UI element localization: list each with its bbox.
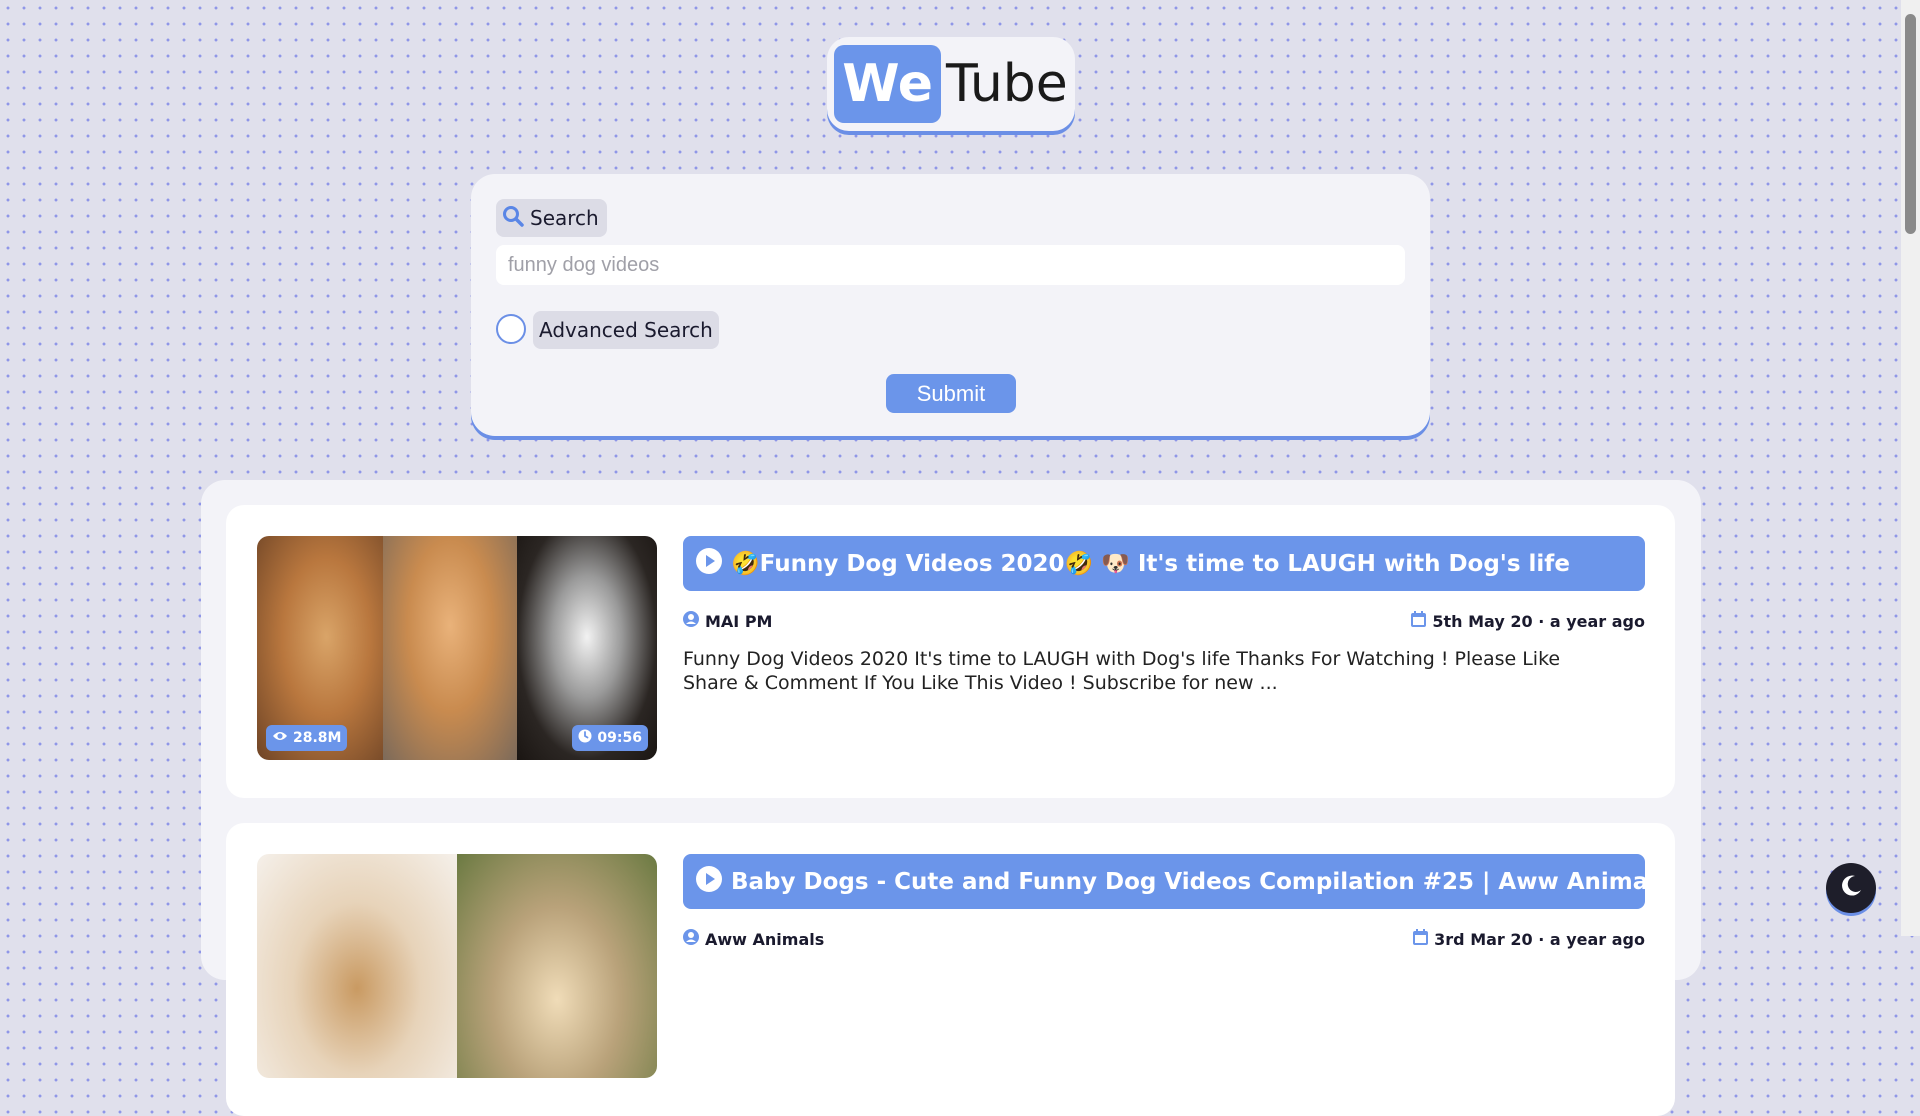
calendar-icon xyxy=(1411,611,1427,631)
clock-icon xyxy=(578,729,592,747)
search-input[interactable] xyxy=(496,245,1405,285)
date-text: 3rd Mar 20 · a year ago xyxy=(1434,929,1645,949)
video-title: Baby Dogs - Cute and Funny Dog Videos Co… xyxy=(731,868,1645,895)
dark-mode-toggle[interactable] xyxy=(1826,863,1876,913)
views-count: 28.8M xyxy=(293,730,342,746)
video-title: 🤣Funny Dog Videos 2020🤣 🐶 It's time to L… xyxy=(731,551,1570,577)
video-thumbnail[interactable] xyxy=(257,854,657,1078)
search-form: Search Advanced Search Submit xyxy=(471,174,1430,436)
video-title-link[interactable]: 🤣Funny Dog Videos 2020🤣 🐶 It's time to L… xyxy=(683,536,1645,591)
logo-we: We xyxy=(834,45,941,123)
advanced-search-label[interactable]: Advanced Search xyxy=(533,311,719,349)
video-description: Funny Dog Videos 2020 It's time to LAUGH… xyxy=(683,648,1561,694)
play-icon xyxy=(695,547,723,581)
wetube-logo[interactable]: We Tube xyxy=(827,37,1075,131)
eye-icon xyxy=(272,730,288,746)
thumbnail-panel xyxy=(457,854,657,1078)
publish-date: 5th May 20 · a year ago xyxy=(1411,611,1645,631)
publish-date: 3rd Mar 20 · a year ago xyxy=(1413,929,1645,949)
moon-icon xyxy=(1838,873,1864,903)
views-badge: 28.8M xyxy=(266,725,348,751)
result-card: Baby Dogs - Cute and Funny Dog Videos Co… xyxy=(226,823,1675,1116)
search-label-text: Search xyxy=(530,206,599,230)
calendar-icon xyxy=(1413,929,1429,949)
video-thumbnail[interactable]: 28.8M 09:56 xyxy=(257,536,657,760)
channel-info[interactable]: Aww Animals xyxy=(683,929,824,949)
thumbnail-panel xyxy=(383,536,517,760)
thumbnail-panel xyxy=(257,854,457,1078)
search-label: Search xyxy=(496,199,607,237)
channel-name: Aww Animals xyxy=(705,929,825,949)
result-card: 28.8M 09:56 🤣Funny Dog Videos 2020🤣 🐶 It… xyxy=(226,505,1675,798)
play-icon xyxy=(695,865,723,899)
scrollbar-thumb[interactable] xyxy=(1905,14,1916,234)
user-icon xyxy=(683,929,699,949)
date-text: 5th May 20 · a year ago xyxy=(1432,611,1645,631)
duration-badge: 09:56 xyxy=(572,725,648,751)
channel-name: MAI PM xyxy=(705,611,773,631)
duration-text: 09:56 xyxy=(597,730,642,746)
results-list: 28.8M 09:56 🤣Funny Dog Videos 2020🤣 🐶 It… xyxy=(201,480,1701,1116)
video-title-link[interactable]: Baby Dogs - Cute and Funny Dog Videos Co… xyxy=(683,854,1645,909)
submit-button[interactable]: Submit xyxy=(886,374,1016,413)
page-scrollbar[interactable] xyxy=(1901,0,1920,936)
search-icon xyxy=(502,205,524,232)
logo-tube: Tube xyxy=(945,54,1068,114)
channel-info[interactable]: MAI PM xyxy=(683,611,772,631)
user-icon xyxy=(683,611,699,631)
advanced-search-radio[interactable] xyxy=(496,314,526,344)
